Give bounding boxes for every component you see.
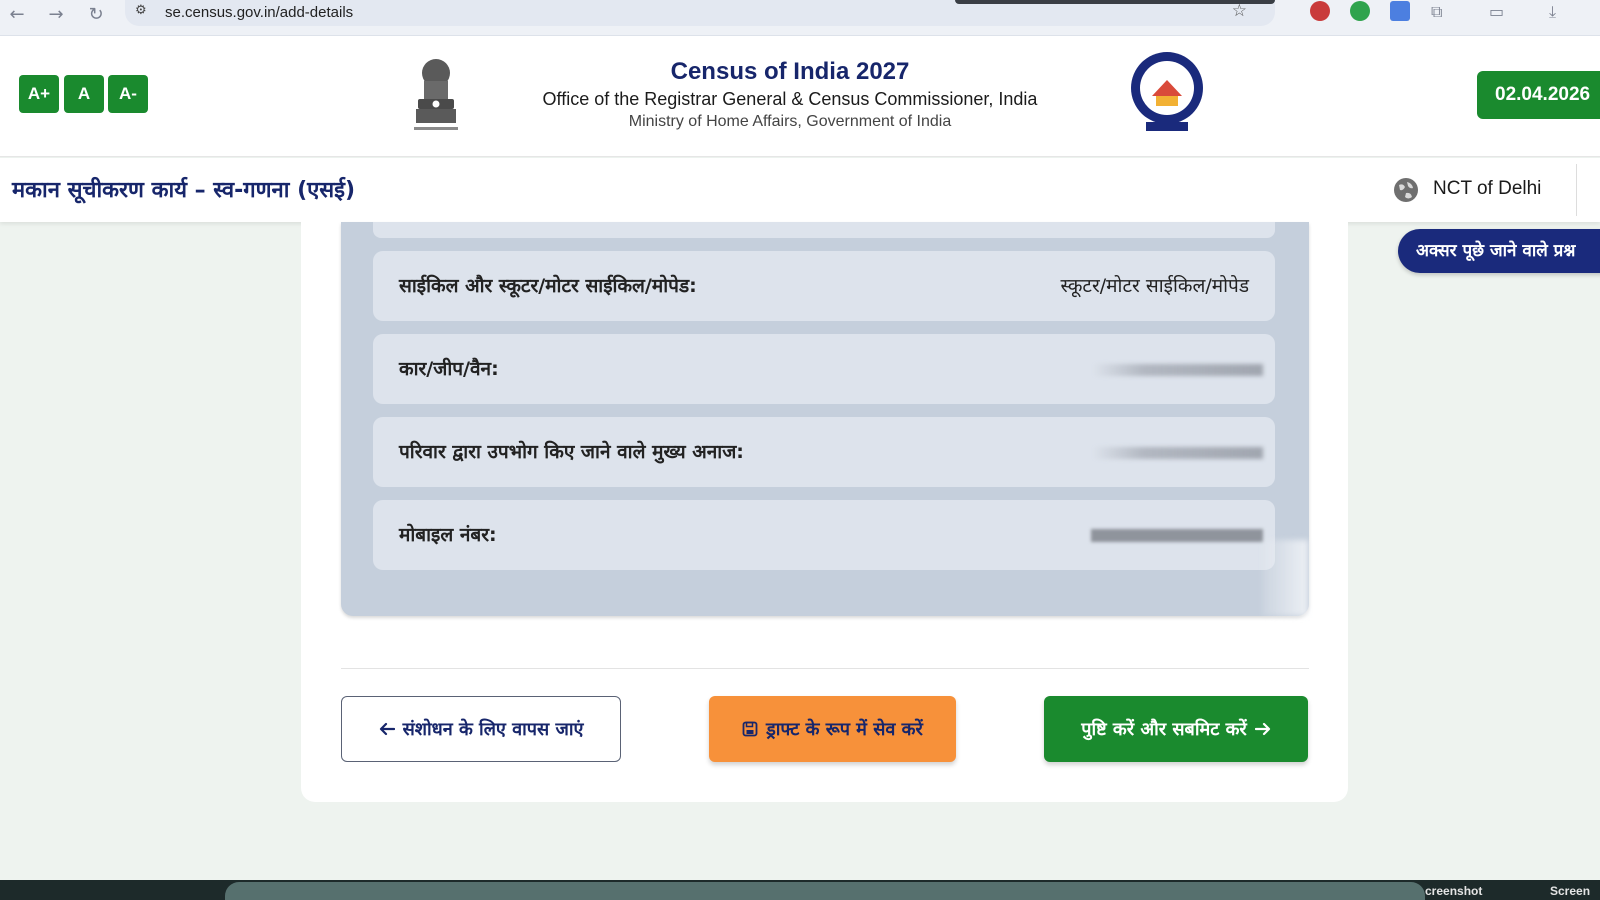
back-to-edit-label: संशोधन के लिए वापस जाएं (402, 719, 584, 740)
section-title: मकान सूचीकरण कार्य – स्व-गणना (एसई) (12, 178, 356, 203)
actions-divider (341, 668, 1309, 669)
site-settings-icon[interactable]: ⚙ (135, 3, 147, 18)
site-title: Census of India 2027 (670, 58, 910, 85)
site-header: A+ A A- Census of India 2027 Office of t… (0, 36, 1600, 157)
row-label: परिवार द्वारा उपभोग किए जाने वाले मुख्य … (399, 441, 744, 463)
confirm-submit-button[interactable]: पुष्टि करें और सबमिट करें (1044, 696, 1308, 762)
row-label: साईकिल और स्कूटर/मोटर साईकिल/मोपेड: (399, 275, 697, 297)
previous-row-edge (373, 222, 1275, 238)
url-text[interactable]: se.census.gov.in/add-details (165, 4, 353, 21)
section-bar: मकान सूचीकरण कार्य – स्व-गणना (एसई) NCT … (0, 158, 1600, 222)
ministry-line: Ministry of Home Affairs, Government of … (628, 113, 952, 130)
review-row-car: कार/जीप/वैन: (373, 334, 1275, 404)
date-badge: 02.04.2026 (1477, 71, 1600, 119)
row-value: स्कूटर/मोटर साईकिल/मोपेड (1060, 275, 1249, 297)
reload-icon[interactable]: ↻ (83, 4, 109, 26)
arrow-right-icon (1254, 722, 1270, 736)
taskbar-dock (225, 882, 1425, 900)
review-row-grain: परिवार द्वारा उपभोग किए जाने वाले मुख्य … (373, 417, 1275, 487)
row-label: कार/जीप/वैन: (399, 358, 499, 380)
confirm-submit-label: पुष्टि करें और सबमिट करें (1081, 719, 1247, 740)
header-divider (1576, 164, 1577, 216)
faq-button[interactable]: अक्सर पूछे जाने वाले प्रश्न (1398, 229, 1600, 273)
site-subtitle: Office of the Registrar General & Census… (542, 89, 1038, 109)
back-to-edit-button[interactable]: संशोधन के लिए वापस जाएं (341, 696, 621, 762)
forward-arrow-icon[interactable]: → (43, 4, 69, 26)
bookmark-star-icon[interactable]: ☆ (1232, 1, 1247, 21)
save-disk-icon (742, 721, 758, 737)
taskbar-item[interactable]: creenshot (1425, 884, 1482, 898)
taskbar-item[interactable]: Screen (1550, 884, 1590, 898)
save-draft-label: ड्राफ्ट के रूप में सेव करें (766, 719, 923, 740)
extension-red-icon[interactable] (1310, 1, 1330, 21)
state-selector[interactable]: NCT of Delhi (1433, 178, 1541, 200)
font-default-button[interactable]: A (64, 75, 104, 113)
browser-toolbar: ← → ↻ ⚙ se.census.gov.in/add-details ☆ ⧉… (0, 0, 1600, 36)
extensions-puzzle-icon[interactable]: ⧉ (1431, 2, 1442, 22)
translate-extension-icon[interactable] (1390, 1, 1410, 21)
national-emblem-icon (414, 59, 458, 130)
font-increase-button[interactable]: A+ (19, 75, 59, 113)
popup-edge (955, 0, 1275, 4)
arrow-left-icon (379, 722, 395, 736)
tab-search-icon[interactable]: ▭ (1489, 2, 1504, 21)
row-label: मोबाइल नंबर: (399, 524, 497, 546)
font-decrease-button[interactable]: A- (108, 75, 148, 113)
back-arrow-icon[interactable]: ← (4, 4, 30, 26)
blur-overlay (1262, 540, 1308, 616)
save-draft-button[interactable]: ड्राफ्ट के रूप में सेव करें (709, 696, 956, 762)
extension-green-icon[interactable] (1350, 1, 1370, 21)
redacted-value (1093, 364, 1263, 376)
download-icon[interactable]: ⤓ (1549, 2, 1556, 22)
census-logo-icon (1131, 52, 1203, 131)
review-row-vehicle: साईकिल और स्कूटर/मोटर साईकिल/मोपेड: स्कू… (373, 251, 1275, 321)
redacted-value (1091, 529, 1263, 542)
os-taskbar: creenshot Screen (0, 880, 1600, 900)
review-row-mobile: मोबाइल नंबर: (373, 500, 1275, 570)
globe-icon[interactable] (1393, 177, 1419, 203)
redacted-value (1093, 447, 1263, 459)
